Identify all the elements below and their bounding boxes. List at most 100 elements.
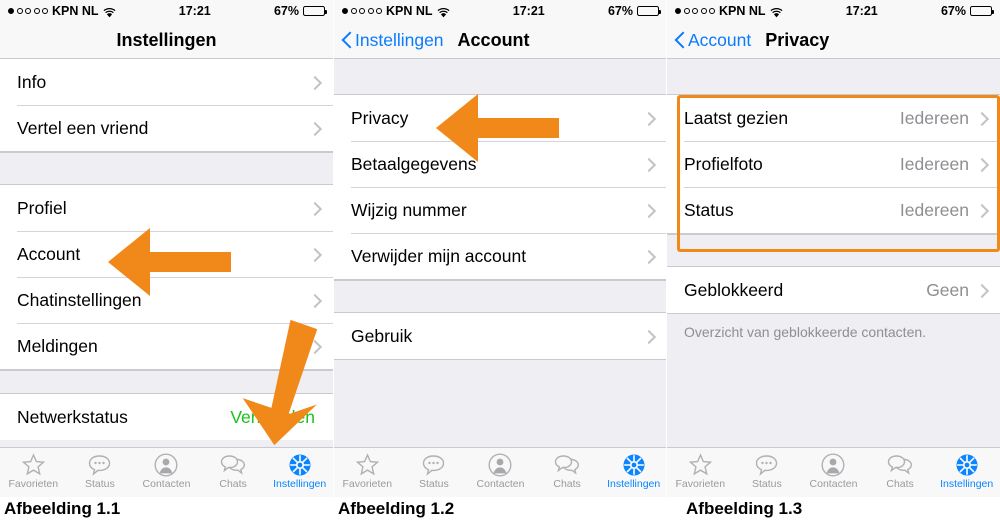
- sidebar-item-vertel-een-vriend[interactable]: Vertel een vriend: [0, 105, 333, 151]
- nav-bar-instellingen: Instellingen: [0, 22, 333, 59]
- battery-percent-label: 67%: [607, 4, 633, 18]
- wifi-icon: [103, 7, 116, 18]
- tab-favorieten[interactable]: Favorieten: [334, 452, 401, 490]
- speech-bubble-dots-icon: [754, 452, 779, 477]
- row-verwijder-mijn-account[interactable]: Verwijder mijn account: [334, 233, 667, 279]
- tab-label: Chats: [553, 478, 581, 490]
- settings-list: Info Vertel een vriend Profiel Account C…: [0, 59, 333, 447]
- tab-status[interactable]: Status: [67, 452, 134, 490]
- phone-panel-account: KPN NL 17:21 67% Instellingen Account Pr…: [334, 0, 667, 497]
- status-bar-left: KPN NL: [675, 4, 783, 18]
- privacy-options-highlight-box: [677, 95, 1000, 252]
- tab-label: Instellingen: [940, 478, 994, 490]
- gear-icon: [288, 452, 312, 477]
- carrier-label: KPN NL: [386, 4, 433, 18]
- gear-icon: [622, 452, 646, 477]
- account-list: Privacy Betaalgegevens Wijzig nummer Ver…: [334, 59, 667, 447]
- tab-label: Status: [419, 478, 449, 490]
- status-bar: KPN NL 17:21 67%: [0, 0, 333, 22]
- row-label: Chatinstellingen: [17, 289, 142, 310]
- clock: 17:21: [178, 4, 211, 18]
- sidebar-item-profiel[interactable]: Profiel: [0, 185, 333, 231]
- tab-contacten[interactable]: Contacten: [467, 452, 534, 490]
- status-bar-right: 67%: [274, 4, 328, 18]
- tab-instellingen[interactable]: Instellingen: [266, 452, 333, 490]
- row-gebruik[interactable]: Gebruik: [334, 313, 667, 359]
- clock: 17:21: [512, 4, 545, 18]
- sidebar-item-meldingen[interactable]: Meldingen: [0, 323, 333, 369]
- row-label: Gebruik: [351, 325, 413, 346]
- row-label: Account: [17, 243, 81, 264]
- tab-contacten[interactable]: Contacten: [133, 452, 200, 490]
- row-wijzig-nummer[interactable]: Wijzig nummer: [334, 187, 667, 233]
- chevron-left-icon: [342, 32, 351, 48]
- tab-status[interactable]: Status: [401, 452, 468, 490]
- sidebar-item-account[interactable]: Account: [0, 231, 333, 277]
- sidebar-item-info[interactable]: Info: [0, 59, 333, 105]
- back-button-account[interactable]: Account: [669, 30, 751, 51]
- section-gap: [0, 370, 333, 394]
- wifi-icon: [437, 7, 450, 18]
- chevron-right-icon: [310, 339, 319, 354]
- status-bar: KPN NL 17:21 67%: [334, 0, 667, 22]
- back-button-label: Instellingen: [355, 29, 444, 50]
- person-circle-icon: [821, 452, 845, 477]
- row-netwerkstatus[interactable]: Netwerkstatus Verbonden: [0, 394, 333, 440]
- chevron-right-icon: [644, 111, 653, 126]
- panel-divider-2: [666, 0, 667, 497]
- screenshot-sheet: KPN NL 17:21 67% Instellingen Info Verte…: [0, 0, 1000, 523]
- page-title: Instellingen: [116, 29, 217, 50]
- chevron-right-icon: [644, 157, 653, 172]
- section-netwerkstatus: Netwerkstatus Verbonden: [0, 394, 333, 440]
- status-bar-left: KPN NL: [342, 4, 450, 18]
- tab-label: Favorieten: [342, 478, 393, 490]
- chevron-right-icon: [644, 249, 653, 264]
- tab-instellingen[interactable]: Instellingen: [933, 452, 1000, 490]
- sidebar-item-chatinstellingen[interactable]: Chatinstellingen: [0, 277, 333, 323]
- caption-afbeelding-1-1: Afbeelding 1.1: [4, 499, 121, 518]
- signal-strength-icon: [675, 8, 715, 14]
- tab-chats[interactable]: Chats: [867, 452, 934, 490]
- battery-icon: [970, 6, 995, 16]
- row-privacy[interactable]: Privacy: [334, 95, 667, 141]
- row-label: Betaalgegevens: [351, 153, 477, 174]
- panel-divider-1: [333, 0, 334, 497]
- star-icon: [688, 452, 713, 477]
- tab-label: Contacten: [142, 478, 191, 490]
- row-label: Meldingen: [17, 335, 98, 356]
- row-label: Vertel een vriend: [17, 117, 149, 138]
- chevron-right-icon: [310, 121, 319, 136]
- tab-instellingen[interactable]: Instellingen: [600, 452, 667, 490]
- row-label: Wijzig nummer: [351, 199, 467, 220]
- tab-chats[interactable]: Chats: [200, 452, 267, 490]
- tab-favorieten[interactable]: Favorieten: [667, 452, 734, 490]
- section-gap: [0, 152, 333, 185]
- tab-bar: Favorieten Status Contacten Chats Instel…: [667, 447, 1000, 497]
- tab-label: Contacten: [809, 478, 858, 490]
- signal-strength-icon: [342, 8, 382, 14]
- caption-afbeelding-1-2: Afbeelding 1.2: [338, 499, 455, 518]
- row-betaalgegevens[interactable]: Betaalgegevens: [334, 141, 667, 187]
- section-geblokkeerd: Geblokkeerd Geen: [667, 267, 1000, 314]
- tab-status[interactable]: Status: [734, 452, 801, 490]
- speech-bubble-dots-icon: [87, 452, 112, 477]
- status-bar: KPN NL 17:21 67%: [667, 0, 1000, 22]
- section-account-options: Privacy Betaalgegevens Wijzig nummer Ver…: [334, 95, 667, 280]
- row-label: Verwijder mijn account: [351, 245, 527, 266]
- tab-chats[interactable]: Chats: [534, 452, 601, 490]
- back-button-instellingen[interactable]: Instellingen: [336, 30, 444, 51]
- chevron-right-icon: [310, 201, 319, 216]
- panels-container: KPN NL 17:21 67% Instellingen Info Verte…: [0, 0, 1000, 497]
- tab-label: Contacten: [476, 478, 525, 490]
- wifi-icon: [770, 7, 783, 18]
- tab-label: Status: [85, 478, 115, 490]
- status-bar-right: 67%: [607, 4, 662, 18]
- row-label: Info: [17, 71, 47, 92]
- row-geblokkeerd[interactable]: Geblokkeerd Geen: [667, 267, 1000, 313]
- carrier-label: KPN NL: [719, 4, 766, 18]
- tab-contacten[interactable]: Contacten: [800, 452, 867, 490]
- chevron-right-icon: [644, 329, 653, 344]
- section-gap: [334, 59, 667, 95]
- tab-favorieten[interactable]: Favorieten: [0, 452, 67, 490]
- tab-bar: Favorieten Status Contacten Chats Instel…: [334, 447, 667, 497]
